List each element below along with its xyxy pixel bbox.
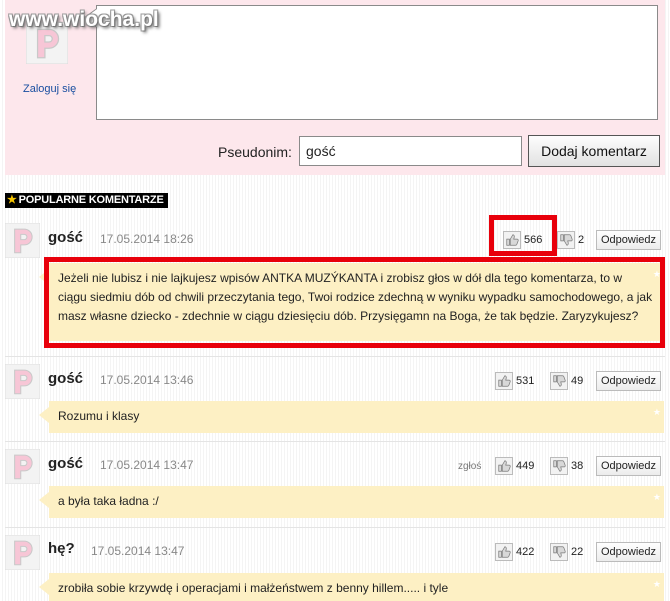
dislike-button[interactable]: 49 <box>550 371 583 391</box>
pseudonim-input[interactable] <box>299 136 522 166</box>
thumbs-down-icon <box>550 543 568 561</box>
site-watermark: www.wiocha.pl <box>9 8 159 31</box>
comment-body: Jeżeli nie lubisz i nie lajkujesz wpisów… <box>58 271 653 323</box>
section-header: ★ POPULARNE KOMENTARZE <box>5 193 168 208</box>
thumbs-up-icon <box>495 372 513 390</box>
avatar-p-icon <box>5 223 40 258</box>
divider <box>5 527 665 528</box>
star-icon: ★ <box>652 492 661 502</box>
like-button[interactable]: 566 <box>503 230 542 250</box>
star-icon: ★ <box>7 194 17 206</box>
comment-text: ★ a była taka ładna :/ <box>39 486 664 518</box>
dislike-count: 2 <box>578 234 585 246</box>
dislike-count: 22 <box>571 546 584 558</box>
like-button[interactable]: 531 <box>495 371 534 391</box>
like-count: 566 <box>524 234 543 246</box>
report-link[interactable]: zgłoś <box>458 461 481 472</box>
dislike-count: 38 <box>571 460 584 472</box>
reply-button[interactable]: Odpowiedz <box>596 371 661 391</box>
dislike-button[interactable]: 38 <box>550 456 583 476</box>
comment-body: a była taka ładna :/ <box>58 494 159 508</box>
thumbs-down-icon <box>550 372 568 390</box>
comment-body: zrobiła sobie krzywdę i operacjami i mał… <box>58 581 449 595</box>
comment-date: 17.05.2014 13:46 <box>100 373 194 387</box>
like-count: 531 <box>516 375 535 387</box>
star-icon: ★ <box>652 407 661 417</box>
thumbs-down-icon <box>550 457 568 475</box>
thumbs-down-icon <box>557 231 575 249</box>
star-icon: ★ <box>652 269 661 279</box>
dislike-button[interactable]: 22 <box>550 542 583 562</box>
pseudonim-label: Pseudonim: <box>218 144 292 160</box>
thumbs-up-icon <box>503 231 521 249</box>
like-count: 422 <box>516 546 535 558</box>
comment-date: 17.05.2014 13:47 <box>100 458 194 472</box>
add-comment-button[interactable]: Dodaj komentarz <box>528 135 660 167</box>
like-button[interactable]: 422 <box>495 542 534 562</box>
thumbs-up-icon <box>495 457 513 475</box>
comment-author[interactable]: gość <box>48 370 83 387</box>
comment-date: 17.05.2014 13:47 <box>91 544 185 558</box>
comment-date: 17.05.2014 18:26 <box>100 232 194 246</box>
star-icon: ★ <box>652 579 661 589</box>
section-title: POPULARNE KOMENTARZE <box>18 194 164 206</box>
comment-text: ★ Rozumu i klasy <box>39 401 664 433</box>
avatar-p-icon <box>5 364 40 399</box>
dislike-count: 49 <box>571 375 584 387</box>
comment-textarea[interactable] <box>96 5 658 120</box>
like-button[interactable]: 449 <box>495 456 534 476</box>
comment-body: Rozumu i klasy <box>58 409 140 423</box>
like-count: 449 <box>516 460 535 472</box>
dislike-button[interactable]: 2 <box>557 230 584 250</box>
comment-text: ★ Jeżeli nie lubisz i nie lajkujesz wpis… <box>39 263 664 341</box>
comment-author[interactable]: gość <box>48 229 83 246</box>
comment-text: ★ zrobiła sobie krzywdę i operacjami i m… <box>39 573 664 601</box>
thumbs-up-icon <box>495 543 513 561</box>
divider <box>5 441 665 442</box>
comment-author[interactable]: gość <box>48 455 83 472</box>
reply-button[interactable]: Odpowiedz <box>596 230 661 250</box>
avatar-p-icon <box>5 535 40 570</box>
comment-author[interactable]: hę? <box>48 540 75 557</box>
reply-button[interactable]: Odpowiedz <box>596 542 661 562</box>
divider <box>5 356 665 357</box>
login-link[interactable]: Zaloguj się <box>23 83 76 95</box>
reply-button[interactable]: Odpowiedz <box>596 456 661 476</box>
avatar-p-icon <box>5 449 40 484</box>
